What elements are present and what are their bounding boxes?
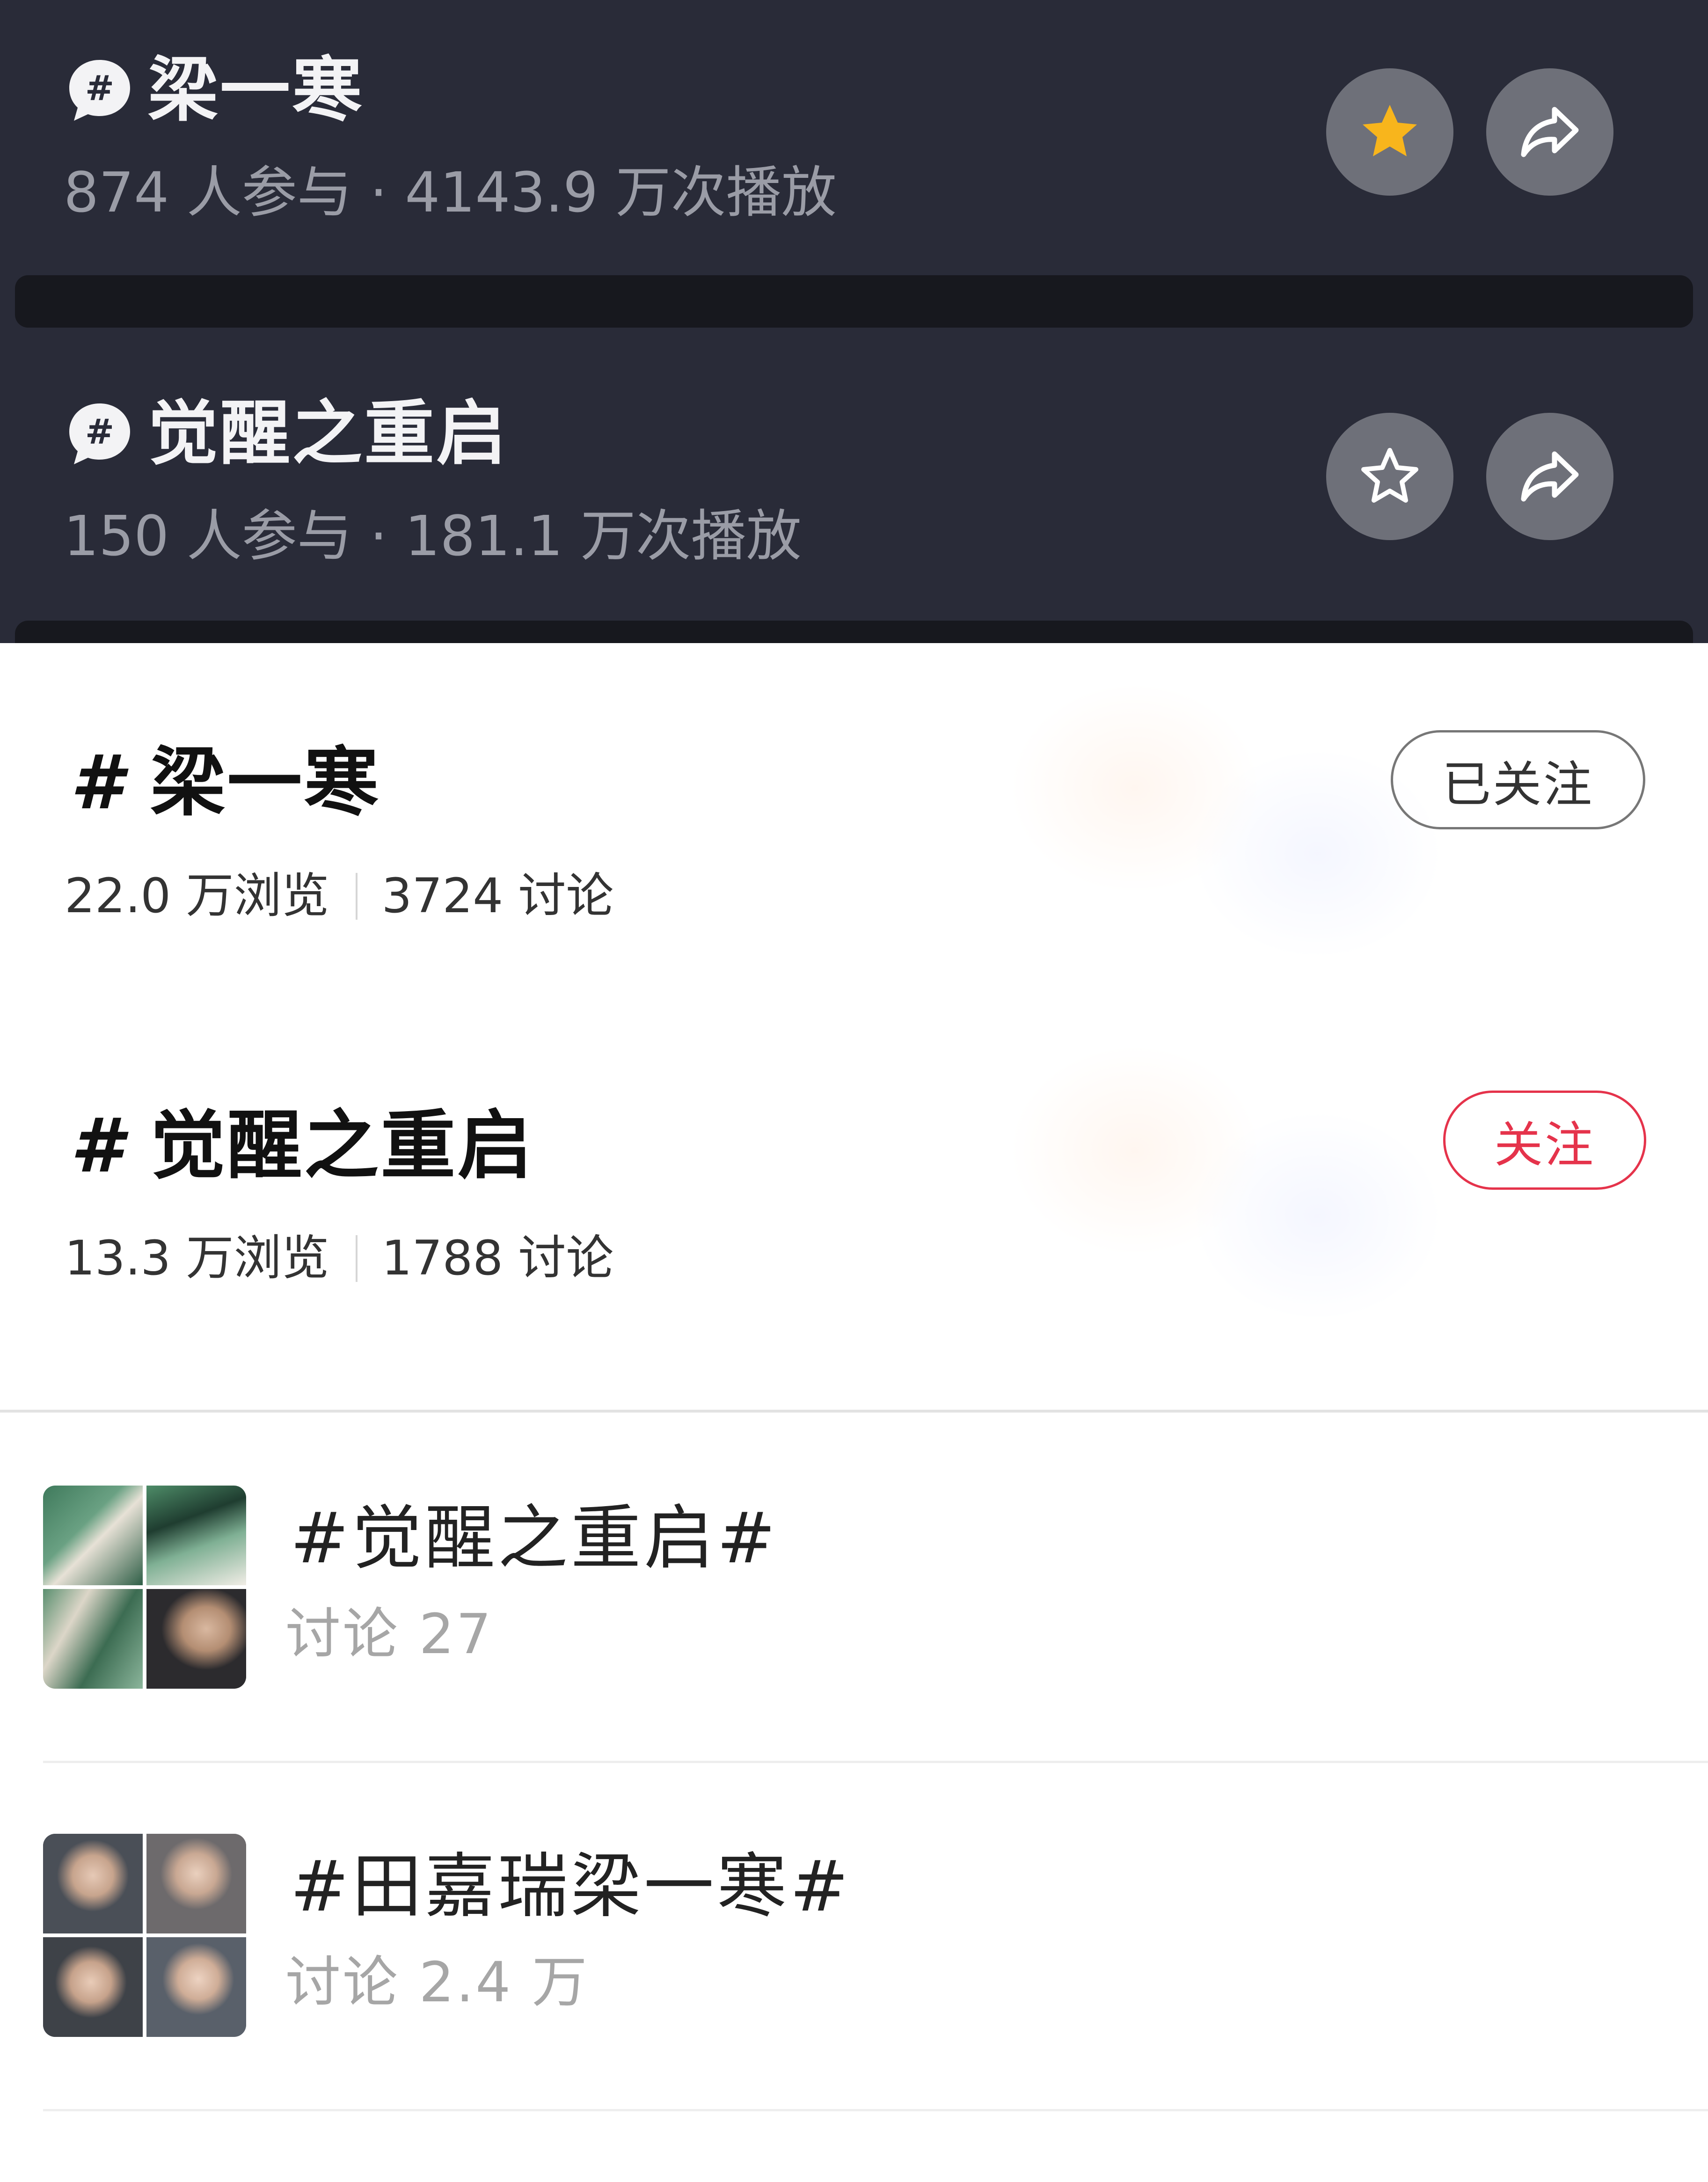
topic-thumbnail-grid <box>43 1486 246 1689</box>
favorite-button[interactable] <box>1326 413 1453 540</box>
topic-card[interactable]: # 梁一寒 22.0 万浏览 3724 讨论 已关注 <box>0 643 1708 994</box>
list-item[interactable]: #田嘉瑞梁一寒# 讨论 2.4 万 <box>0 1834 1708 2182</box>
thumbnail-image <box>146 1589 246 1689</box>
thumbnail-image <box>43 1486 143 1585</box>
hashtag-bubble-icon: # <box>66 400 134 468</box>
hashtag-bubble-icon: # <box>66 56 134 124</box>
topic-stats: 13.3 万浏览 1788 讨论 <box>65 1235 614 1282</box>
thumbnail-image <box>43 1834 143 1933</box>
star-filled-icon <box>1363 105 1417 156</box>
stat-separator <box>355 873 358 920</box>
topic-card-background <box>922 1019 1530 1347</box>
thumbnail-image <box>146 1937 246 2037</box>
thumbnail-image <box>43 1589 143 1689</box>
topic-title: 梁一寒 <box>150 739 381 826</box>
share-button[interactable] <box>1486 413 1613 540</box>
hashtag-icon: # <box>70 739 123 826</box>
topic-stats: 22.0 万浏览 3724 讨论 <box>65 872 614 920</box>
hashtag-icon: # <box>70 1102 123 1189</box>
discussion-count: 3724 讨论 <box>381 868 614 924</box>
video-topic-card[interactable]: # 梁一寒 874 人参与 · 4143.9 万次播放 <box>0 0 1708 275</box>
card-separator <box>15 621 1693 643</box>
follow-button[interactable]: 关注 <box>1443 1091 1646 1190</box>
following-button[interactable]: 已关注 <box>1391 730 1645 829</box>
list-divider <box>43 2109 1708 2111</box>
thumbnail-image <box>146 1834 246 1933</box>
thumbnail-image <box>43 1937 143 2037</box>
topic-title: 梁一寒 <box>148 50 365 131</box>
section-divider <box>0 1410 1708 1413</box>
topic-title: 觉醒之重启 <box>150 1102 534 1189</box>
share-arrow-icon <box>1521 107 1579 157</box>
card-separator <box>15 275 1693 328</box>
topic-list-meta: 讨论 27 <box>285 1602 493 1666</box>
svg-text:#: # <box>85 68 114 109</box>
thumbnail-image <box>146 1486 246 1585</box>
topic-list-meta: 讨论 2.4 万 <box>285 1950 589 2014</box>
video-topic-card[interactable]: # 觉醒之重启 150 人参与 · 181.1 万次播放 <box>0 328 1708 643</box>
video-topic-panel: # 梁一寒 874 人参与 · 4143.9 万次播放 # 觉醒之重启 150 … <box>0 0 1708 643</box>
svg-text:#: # <box>85 412 114 452</box>
topic-thumbnail-grid <box>43 1834 246 2037</box>
topic-card[interactable]: # 觉醒之重启 13.3 万浏览 1788 讨论 关注 <box>0 1005 1708 1356</box>
topic-title: 觉醒之重启 <box>148 393 509 475</box>
topic-list-title: #觉醒之重启# <box>290 1498 779 1579</box>
topic-stats: 874 人参与 · 4143.9 万次播放 <box>64 160 837 225</box>
star-outline-icon <box>1361 448 1418 503</box>
topic-stats: 150 人参与 · 181.1 万次播放 <box>64 504 802 568</box>
share-button[interactable] <box>1486 68 1613 196</box>
topic-list-title: #田嘉瑞梁一寒# <box>290 1846 852 1927</box>
favorite-button[interactable] <box>1326 68 1453 196</box>
list-divider <box>43 1761 1708 1763</box>
view-count: 22.0 万浏览 <box>65 868 329 924</box>
share-arrow-icon <box>1521 451 1579 502</box>
stat-separator <box>355 1235 358 1282</box>
list-item[interactable]: #觉醒之重启# 讨论 27 <box>0 1486 1708 1834</box>
discussion-count: 1788 讨论 <box>381 1230 614 1286</box>
view-count: 13.3 万浏览 <box>65 1230 329 1286</box>
